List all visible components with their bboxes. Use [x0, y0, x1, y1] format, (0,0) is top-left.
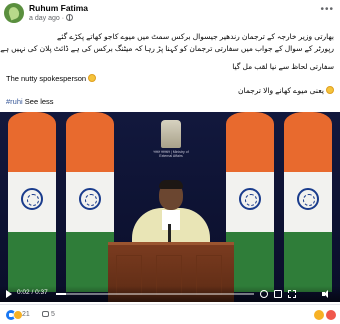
- hd-icon[interactable]: [274, 290, 282, 298]
- post-text-line-4: یعنی میوے کھانے والا ترجمان: [238, 86, 334, 96]
- hashtag-link[interactable]: #ruhi: [6, 97, 23, 106]
- comment-count-value: 5: [51, 311, 55, 318]
- play-icon[interactable]: [6, 290, 12, 298]
- post-text-english: The nutty spokesperson: [6, 74, 97, 84]
- post-time[interactable]: a day ago: [29, 15, 60, 22]
- video-progress-bar[interactable]: [56, 293, 254, 295]
- post-header: Ruhum Fatima a day ago · •••: [0, 0, 340, 28]
- post-meta: a day ago ·: [29, 14, 74, 22]
- avatar[interactable]: [4, 3, 24, 23]
- globe-icon: [66, 14, 74, 21]
- comment-count[interactable]: 5: [42, 311, 55, 318]
- national-emblem-icon: भारत सरकार | Ministry of External Affair…: [150, 120, 192, 162]
- facebook-post: Ruhum Fatima a day ago · ••• بھارتی وزیر …: [0, 0, 340, 324]
- see-less-link[interactable]: See less: [25, 97, 54, 106]
- video-player[interactable]: भारत सरकार | Ministry of External Affair…: [0, 112, 340, 302]
- post-text-line-2-text: رپورٹر کے سوال کے جواب میں سفارتی ترجمان…: [0, 44, 334, 53]
- angry-reaction-icon[interactable]: [326, 310, 336, 320]
- sweat-smile-emoji-icon: [88, 74, 97, 82]
- settings-icon[interactable]: [260, 290, 268, 298]
- reaction-count[interactable]: 21: [22, 311, 30, 318]
- laugh-reaction-icon[interactable]: [314, 310, 324, 320]
- post-tags: #ruhi See less: [6, 97, 54, 107]
- volume-icon[interactable]: [322, 290, 330, 298]
- post-text-line-1: بھارتی وزیر خارجہ کے ترجمان رندھیر جیسوا…: [57, 32, 334, 41]
- video-progress-fill: [56, 293, 66, 295]
- fullscreen-icon[interactable]: [288, 290, 296, 298]
- flag-left-1: [8, 112, 56, 292]
- post-text-line-2: رپورٹر کے سوال کے جواب میں سفارتی ترجمان…: [0, 44, 334, 54]
- sweat-emoji-icon: [326, 86, 334, 94]
- post-text-line-3: سفارتی لحاظ سے نیا لقب مل گیا: [232, 62, 334, 71]
- post-footer: 21 5: [0, 304, 340, 324]
- flag-right-2: [284, 112, 332, 292]
- more-options-icon[interactable]: •••: [320, 4, 334, 15]
- video-time: 0:02 / 0:37: [17, 289, 48, 296]
- english-text: The nutty spokesperson: [6, 74, 87, 83]
- flag-left-2: [66, 112, 114, 292]
- emblem-caption: भारत सरकार | Ministry of External Affair…: [153, 150, 189, 158]
- post-text-line-4-text: یعنی میوے کھانے والا ترجمان: [238, 86, 324, 95]
- video-controls: 0:02 / 0:37: [0, 286, 340, 302]
- comment-icon: [42, 311, 49, 317]
- author-name[interactable]: Ruhum Fatima: [29, 3, 88, 13]
